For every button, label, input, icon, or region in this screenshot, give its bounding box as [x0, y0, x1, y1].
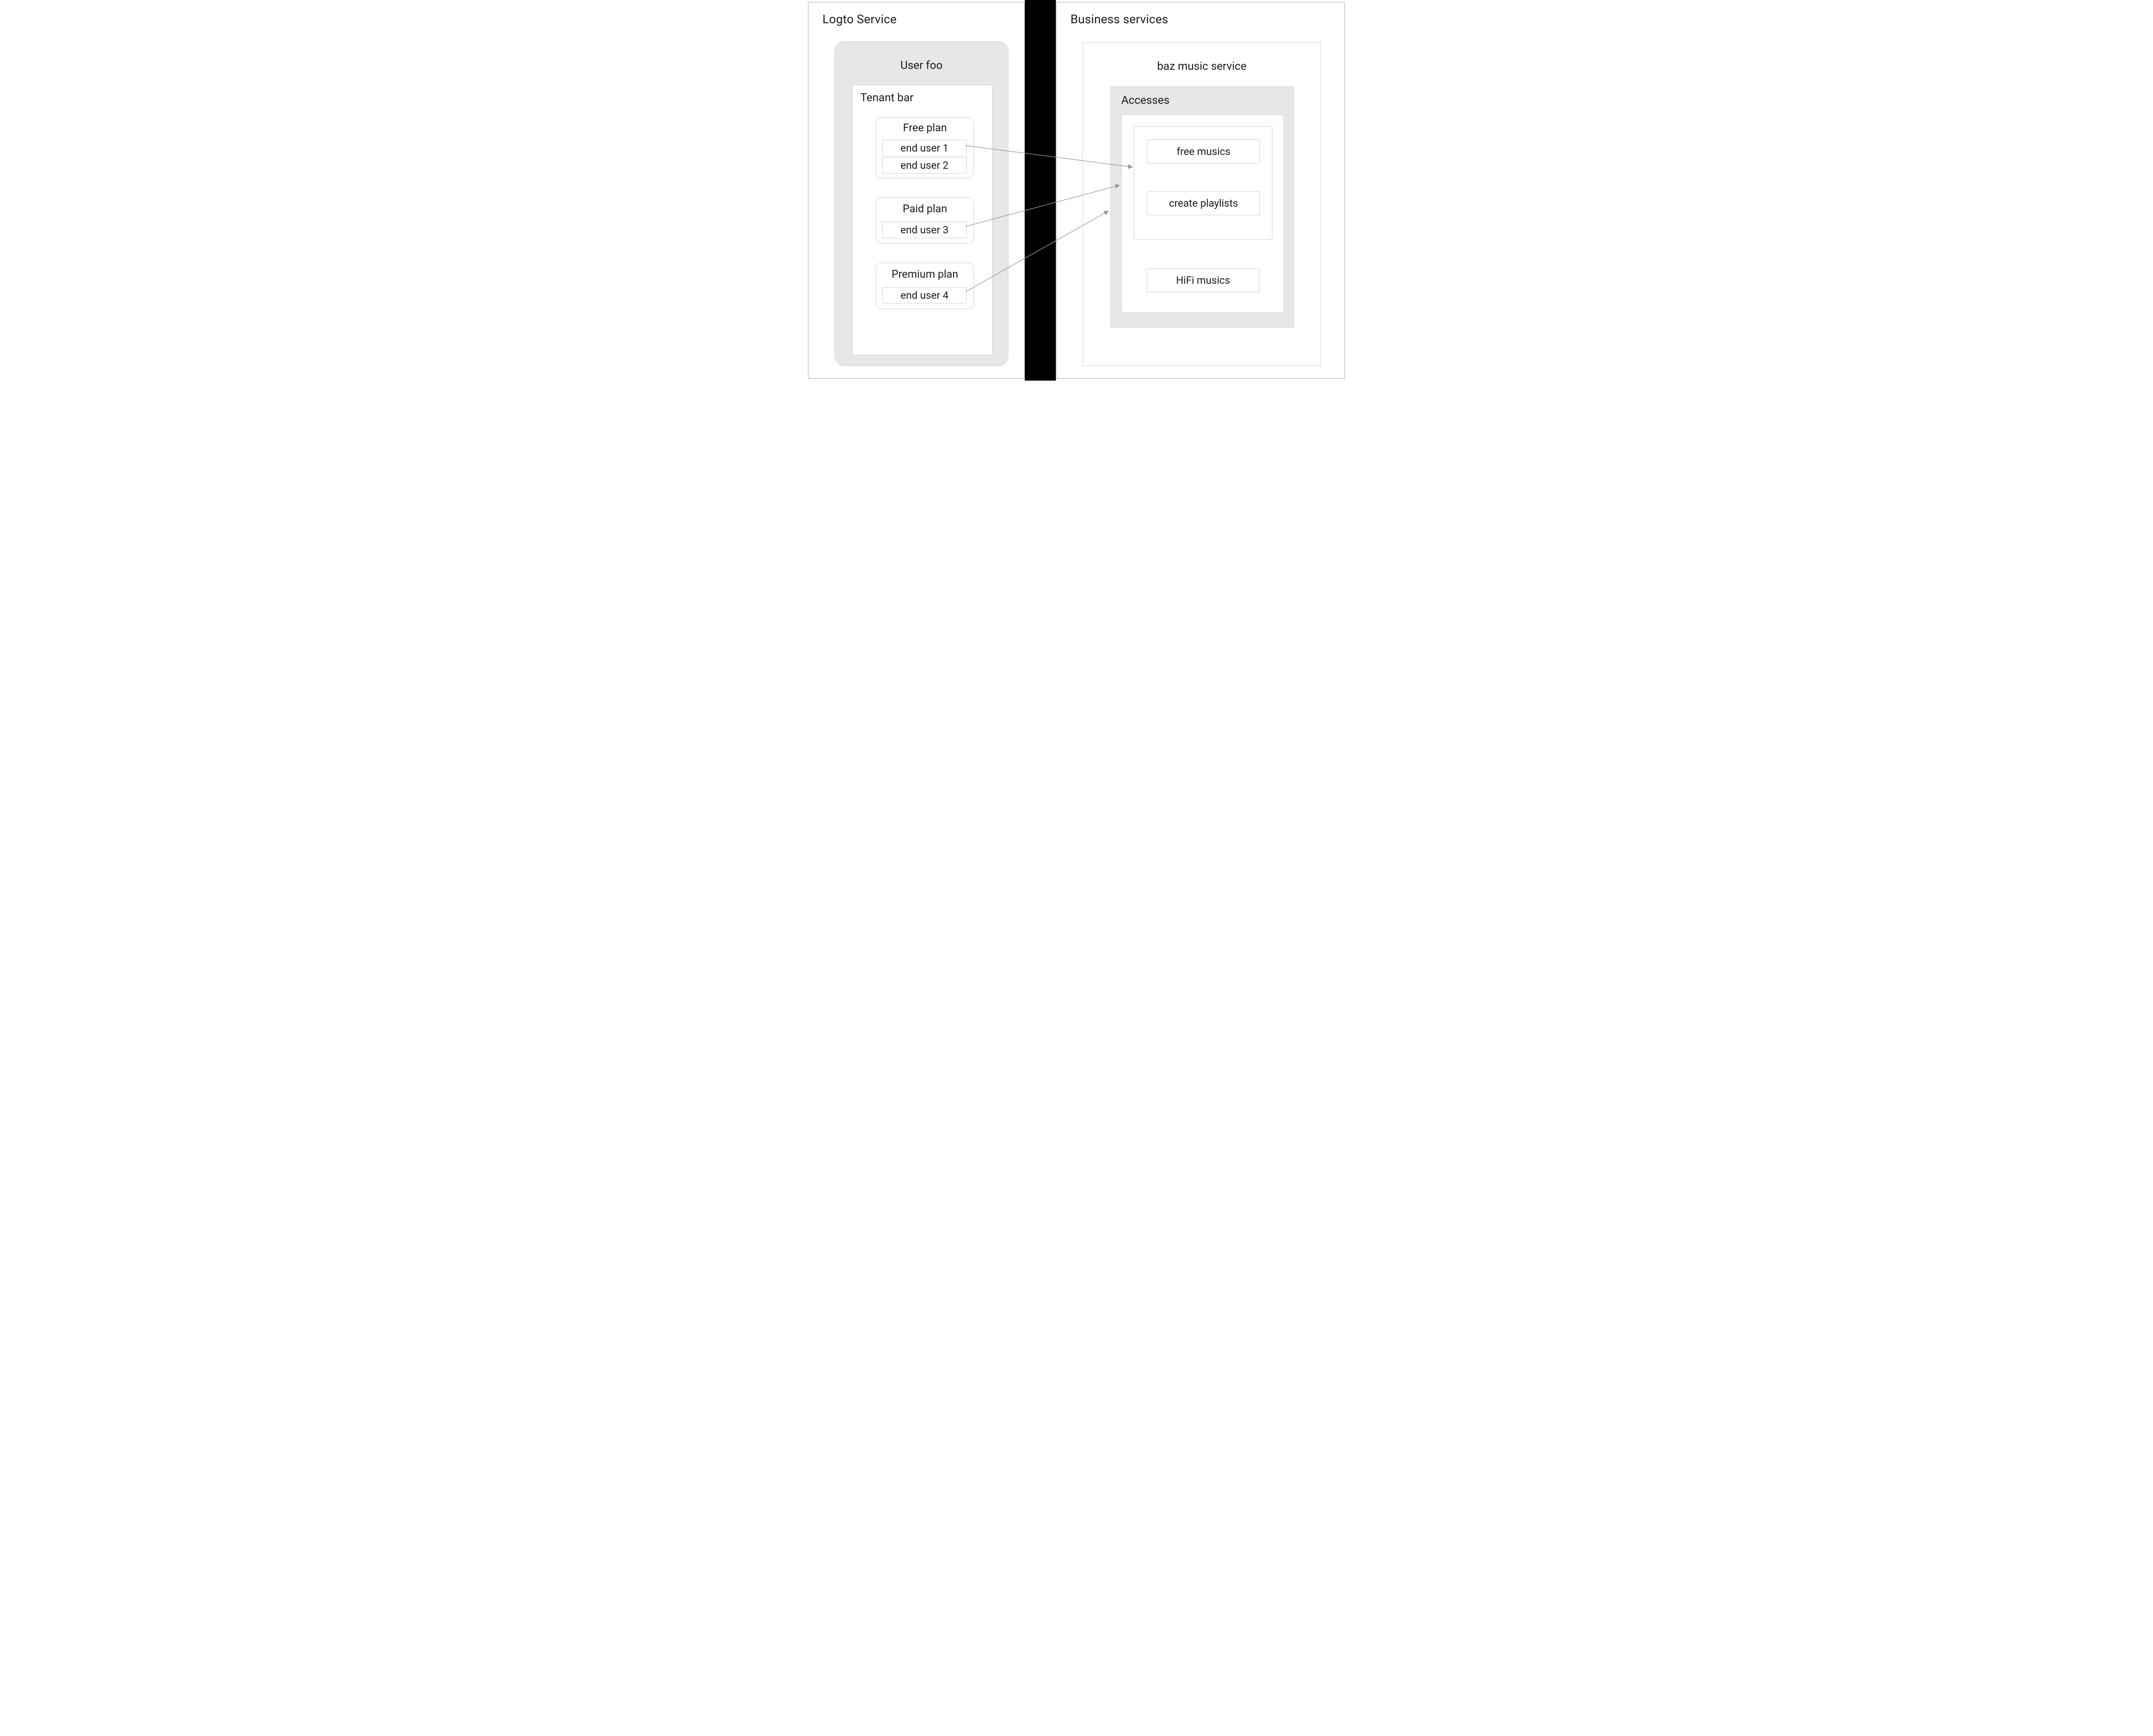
access-label: free musics [1176, 146, 1230, 158]
plan-paid-title: Paid plan [876, 203, 974, 215]
plan-paid: Paid plan end user 3 [876, 197, 974, 244]
panel-business-services: Business services baz music service Acce… [1056, 2, 1345, 379]
panel-title-business: Business services [1070, 12, 1168, 26]
user-box-title: User foo [835, 59, 1008, 72]
plan-free-title: Free plan [876, 122, 974, 134]
access-free-musics: free musics [1147, 140, 1260, 164]
plan-premium-title: Premium plan [876, 268, 974, 281]
panel-logto-service: Logto Service User foo Tenant bar Free p… [808, 2, 1025, 379]
tenant-box-title: Tenant bar [860, 91, 913, 104]
plan-free: Free plan end user 1 end user 2 [876, 117, 974, 178]
end-user-3: end user 3 [882, 222, 967, 238]
service-box: baz music service Accesses free musics c… [1083, 42, 1321, 366]
access-label: create playlists [1169, 197, 1238, 209]
accesses-title: Accesses [1121, 94, 1170, 107]
accesses-outer: free musics create playlists HiFi musics [1121, 115, 1284, 313]
access-label: HiFi musics [1176, 274, 1230, 286]
access-hifi-musics: HiFi musics [1147, 268, 1260, 292]
vertical-divider [1025, 0, 1056, 381]
end-user-1: end user 1 [882, 140, 967, 156]
end-user-4: end user 4 [882, 287, 967, 304]
plan-premium: Premium plan end user 4 [876, 263, 974, 309]
accesses-box: Accesses free musics create playlists Hi… [1111, 87, 1294, 328]
diagram-canvas: Logto Service User foo Tenant bar Free p… [806, 0, 1347, 381]
tenant-box: Tenant bar Free plan end user 1 end user… [852, 85, 993, 355]
end-user-2: end user 2 [882, 157, 967, 174]
user-box: User foo Tenant bar Free plan end user 1… [835, 41, 1008, 366]
service-box-title: baz music service [1083, 60, 1321, 73]
access-create-playlists: create playlists [1147, 191, 1260, 215]
panel-title-logto: Logto Service [822, 12, 897, 26]
accesses-inner: free musics create playlists [1134, 126, 1272, 240]
